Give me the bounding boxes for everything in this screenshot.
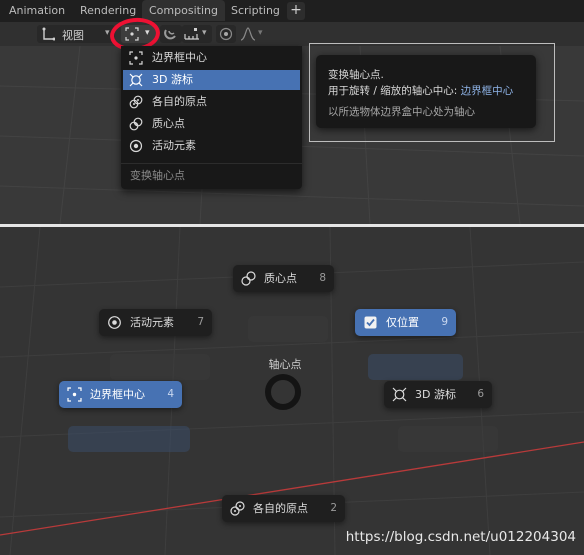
magnet-icon xyxy=(164,29,176,40)
snap-toggle[interactable] xyxy=(160,25,182,43)
checkbox-checked-icon xyxy=(364,316,377,329)
ghost-button xyxy=(248,316,328,342)
pie-item-shortcut: 6 xyxy=(477,388,484,400)
menu-item-label: 质心点 xyxy=(152,117,185,130)
pie-item-only-locations[interactable]: 仅位置 9 xyxy=(355,309,456,336)
bounding-box-center-icon xyxy=(129,51,143,65)
3d-cursor-icon xyxy=(129,73,143,87)
ghost-button xyxy=(368,354,463,380)
tooltip-detail: 以所选物体边界盒中心处为轴心 xyxy=(328,106,475,118)
ghost-button xyxy=(398,426,498,452)
snap-increment-icon xyxy=(184,28,199,40)
tooltip-current-value: 边界框中心 xyxy=(460,85,514,97)
proportional-edit-icon xyxy=(219,27,233,41)
workspace-tabs: Animation Rendering Compositing Scriptin… xyxy=(0,0,584,22)
pie-center-ring xyxy=(265,374,301,410)
menu-item-bounding-box-center[interactable]: 边界框中心 xyxy=(123,48,300,68)
falloff-dropdown[interactable]: ▾ xyxy=(238,25,268,43)
pie-item-3d-cursor[interactable]: 3D 游标 6 xyxy=(384,381,492,408)
ghost-button xyxy=(110,354,210,380)
menu-item-active-element[interactable]: 活动元素 xyxy=(123,136,300,156)
proportional-edit-toggle[interactable] xyxy=(216,25,236,43)
pie-item-shortcut: 7 xyxy=(197,316,204,328)
menu-item-label: 3D 游标 xyxy=(152,73,193,86)
tab-animation[interactable]: Animation xyxy=(2,0,72,21)
menu-item-label: 活动元素 xyxy=(152,139,196,152)
pie-item-label: 仅位置 xyxy=(386,316,419,329)
pie-item-individual-origins[interactable]: 各自的原点 2 xyxy=(222,495,345,522)
pie-item-median-point[interactable]: 质心点 8 xyxy=(233,265,334,292)
menu-item-label: 各自的原点 xyxy=(152,95,207,108)
median-point-icon xyxy=(241,271,256,286)
pie-item-label: 边界框中心 xyxy=(90,388,145,401)
menu-item-label: 边界框中心 xyxy=(152,51,207,64)
active-element-icon xyxy=(129,139,143,153)
pie-item-label: 质心点 xyxy=(264,272,297,285)
pie-item-shortcut: 8 xyxy=(319,272,326,284)
orientation-axes-icon xyxy=(42,27,55,41)
pivot-point-menu: 边界框中心 3D 游标 各自的原点 质心点 活动元素 变换轴心点 xyxy=(121,46,302,189)
pie-item-active-element[interactable]: 活动元素 7 xyxy=(99,309,212,336)
pie-menu-title: 轴心点 xyxy=(268,358,302,371)
menu-item-3d-cursor[interactable]: 3D 游标 xyxy=(123,70,300,90)
pie-item-label: 3D 游标 xyxy=(415,388,456,401)
ghost-button xyxy=(68,426,190,452)
view-label: 视图 xyxy=(62,29,84,42)
watermark: https://blog.csdn.net/u012204304 xyxy=(345,529,576,545)
pie-menu-screenshot-panel: 质心点 8 活动元素 7 仅位置 9 轴心点 边界框中心 4 3D 游标 6 各… xyxy=(0,227,584,555)
active-element-icon xyxy=(108,316,121,329)
bounding-box-center-icon xyxy=(67,387,82,402)
tab-scripting[interactable]: Scripting xyxy=(224,0,287,21)
chevron-down-icon: ▾ xyxy=(258,28,263,38)
tooltip-description-text: 用于旋转 / 缩放的轴心中心: xyxy=(328,85,458,97)
menu-title: 变换轴心点 xyxy=(130,169,185,182)
chevron-down-icon: ▾ xyxy=(202,28,207,38)
pie-item-label: 活动元素 xyxy=(130,316,174,329)
median-point-icon xyxy=(129,117,143,131)
chevron-down-icon: ▾ xyxy=(105,28,110,38)
tooltip-description: 用于旋转 / 缩放的轴心中心: 边界框中心 xyxy=(328,83,513,98)
menu-item-individual-origins[interactable]: 各自的原点 xyxy=(123,92,300,112)
pie-item-shortcut: 4 xyxy=(167,388,174,400)
falloff-curve-icon xyxy=(240,27,256,41)
pie-item-label: 各自的原点 xyxy=(253,502,308,515)
menu-separator xyxy=(121,163,302,164)
tooltip: 变换轴心点. 用于旋转 / 缩放的轴心中心: 边界框中心 以所选物体边界盒中心处… xyxy=(316,55,536,128)
menu-item-median-point[interactable]: 质心点 xyxy=(123,114,300,134)
tab-compositing[interactable]: Compositing xyxy=(142,0,225,21)
pie-item-shortcut: 2 xyxy=(330,502,337,514)
top-screenshot-panel: Animation Rendering Compositing Scriptin… xyxy=(0,0,584,224)
individual-origins-icon xyxy=(230,501,245,516)
tooltip-title: 变换轴心点. xyxy=(328,69,384,81)
3d-cursor-icon xyxy=(392,387,407,402)
pie-item-bounding-box-center[interactable]: 边界框中心 4 xyxy=(59,381,182,408)
snap-target-dropdown[interactable]: ▾ xyxy=(182,25,212,43)
individual-origins-icon xyxy=(129,95,143,109)
pie-item-shortcut: 9 xyxy=(441,316,448,328)
orientation-dropdown[interactable]: 视图 ▾ xyxy=(37,25,115,43)
add-workspace-button[interactable]: + xyxy=(287,2,305,20)
